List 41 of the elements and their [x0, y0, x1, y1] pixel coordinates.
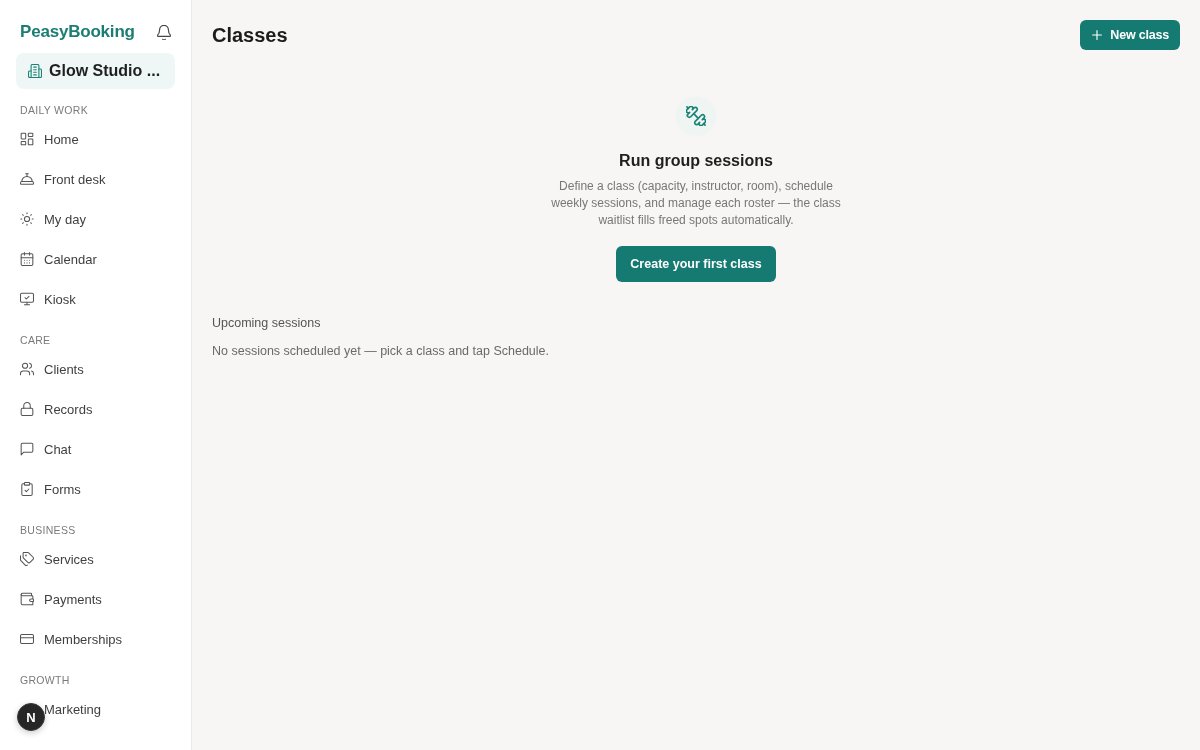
monitor-icon: [20, 292, 34, 306]
section-heading: Upcoming sessions: [212, 315, 321, 332]
section-heading: DAILY WORK: [19, 103, 89, 117]
credit-card-icon: [20, 632, 34, 646]
nav-item[interactable]: Records: [16, 389, 175, 429]
users-icon: [20, 362, 34, 376]
building-icon: [28, 64, 42, 78]
nav-item[interactable]: Chat: [16, 429, 175, 469]
section-heading: BUSINESS: [19, 523, 77, 537]
plus-icon: [1092, 30, 1103, 40]
section-heading: CARE: [19, 333, 52, 347]
calendar-icon: [20, 252, 34, 266]
speech-bubble-icon: [20, 442, 34, 456]
nav-item[interactable]: Calendar: [16, 239, 175, 279]
sun-icon: [20, 212, 34, 226]
brand-logo[interactable]: PeasyBooking: [20, 22, 135, 42]
nav-item[interactable]: Memberships: [16, 619, 175, 659]
create-class-button[interactable]: Create your first class: [616, 246, 776, 282]
nav-item[interactable]: Forms: [16, 469, 175, 509]
nav-item[interactable]: Front desk: [16, 159, 175, 199]
clipboard-check-icon: [20, 482, 34, 496]
empty-state-description: Define a class (capacity, instructor, room), schedule weekly sessions, and manage each roster — the class waitlist fills freed spots automatically.: [550, 178, 842, 229]
empty-state-title: Run group sessions: [619, 151, 773, 171]
wallet-icon: [20, 592, 34, 606]
lock-icon: [20, 402, 34, 416]
nav-item[interactable]: Payments: [16, 579, 175, 619]
nav-item[interactable]: Home: [16, 119, 175, 159]
notification-bell-icon[interactable]: [157, 24, 171, 40]
nav-item[interactable]: Kiosk: [16, 279, 175, 319]
empty-sessions-message: No sessions scheduled yet — pick a class and tap Schedule.: [212, 343, 549, 360]
new-class-button[interactable]: New class: [1080, 20, 1180, 50]
nav-item[interactable]: My day: [16, 199, 175, 239]
concierge-bell-icon: [20, 172, 34, 186]
dumbbell-icon: [676, 96, 716, 136]
nav-item[interactable]: Clients: [16, 349, 175, 389]
workspace-switcher[interactable]: Glow Studio ...: [16, 53, 175, 89]
tags-icon: [20, 552, 34, 566]
section-heading: GROWTH: [19, 673, 71, 687]
page-title: Classes: [212, 23, 288, 47]
nav-item[interactable]: Services: [16, 539, 175, 579]
grid-icon: [20, 132, 34, 146]
